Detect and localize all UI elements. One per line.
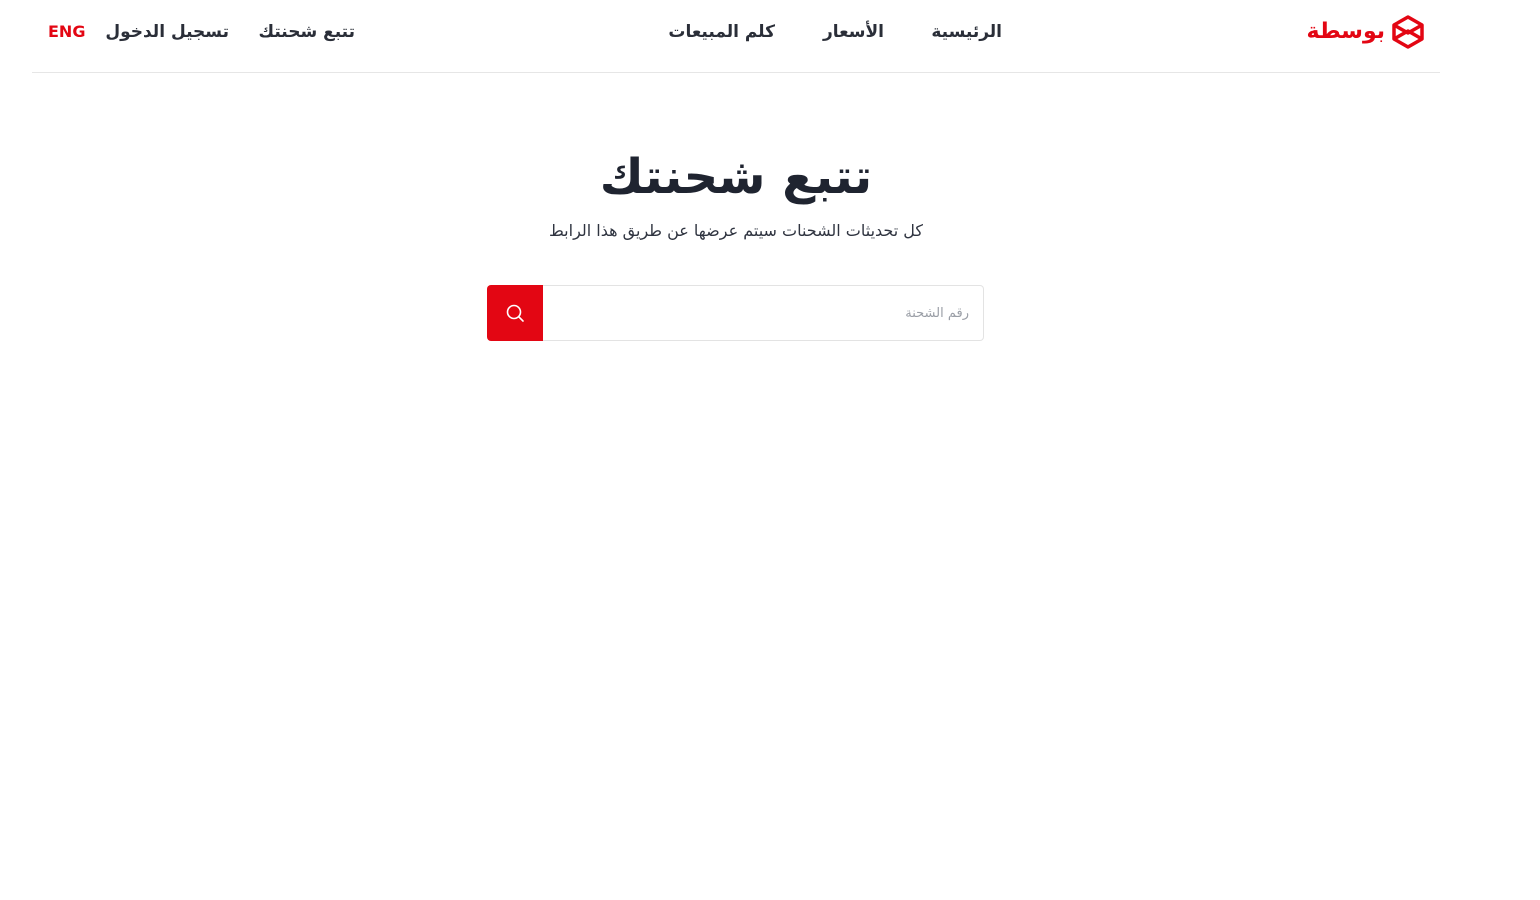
nav-track-shipment-link[interactable]: تتبع شحنتك <box>259 20 355 44</box>
tracking-number-input[interactable] <box>543 285 984 341</box>
nav-login-link[interactable]: تسجيل الدخول <box>105 20 229 44</box>
brand-logo[interactable]: بوسطة <box>1307 15 1425 49</box>
page-subtitle: كل تحديثات الشحنات سيتم عرضها عن طريق هذ… <box>548 221 924 240</box>
brand-name: بوسطة <box>1306 19 1385 44</box>
page: بوسطة الرئيسية الأسعار كلم المبيعات تتبع… <box>0 0 1540 900</box>
top-navbar: بوسطة الرئيسية الأسعار كلم المبيعات تتبع… <box>32 0 1440 73</box>
search-icon <box>504 302 526 324</box>
nav-home-link[interactable]: الرئيسية <box>931 20 1002 44</box>
language-switch-link[interactable]: ENG <box>48 20 85 44</box>
tracking-search-form <box>487 285 984 341</box>
nav-contact-sales-link[interactable]: كلم المبيعات <box>668 20 775 44</box>
search-button[interactable] <box>487 285 543 341</box>
box-logo-icon <box>1391 15 1425 49</box>
page-title: تتبع شحنتك <box>599 149 873 205</box>
nav-prices-link[interactable]: الأسعار <box>823 20 884 44</box>
